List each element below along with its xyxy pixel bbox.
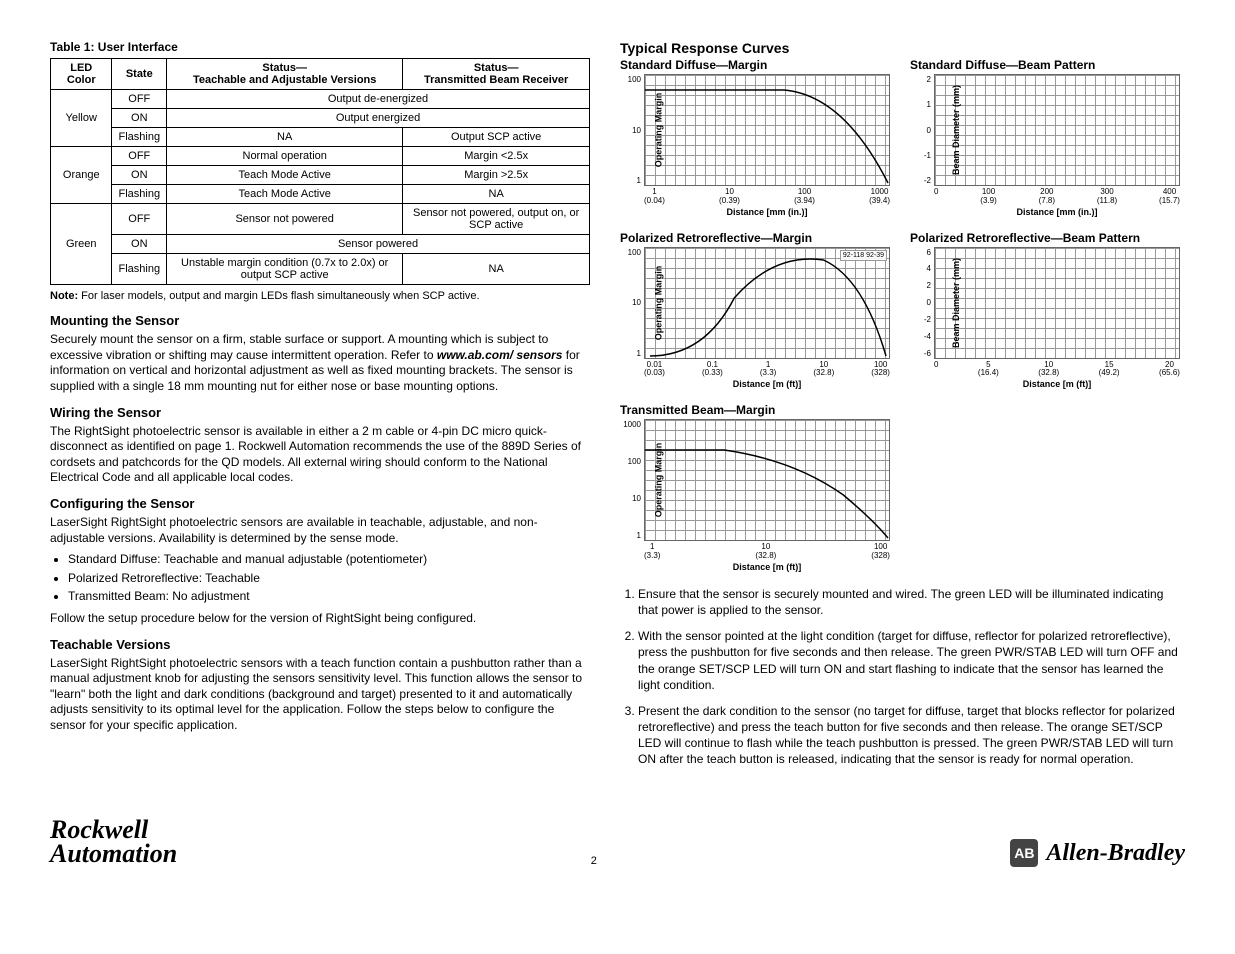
status-cell: NA bbox=[403, 254, 590, 285]
table-row: FlashingNAOutput SCP active bbox=[51, 128, 590, 147]
wiring-para: The RightSight photoelectric sensor is a… bbox=[50, 424, 590, 486]
led-color-cell: Green bbox=[51, 204, 112, 285]
chart-plot: Operating Margin100101 bbox=[644, 74, 890, 186]
status-cell: Margin <2.5x bbox=[403, 147, 590, 166]
chart: Transmitted Beam—Margin Operating Margin1… bbox=[620, 403, 890, 572]
configuring-list: Standard Diffuse: Teachable and manual a… bbox=[68, 552, 590, 605]
x-axis-label: Distance [mm (in.)] bbox=[934, 207, 1180, 217]
list-item: Polarized Retroreflective: Teachable bbox=[68, 571, 590, 587]
list-item: Transmitted Beam: No adjustment bbox=[68, 589, 590, 605]
state-cell: OFF bbox=[112, 90, 167, 109]
state-cell: OFF bbox=[112, 204, 167, 235]
link-ab-sensors[interactable]: www.ab.com/ sensors bbox=[437, 348, 563, 362]
chart-title: Polarized Retroreflective—Beam Pattern bbox=[910, 231, 1180, 245]
chart-legend: 92-118 92-39 bbox=[840, 250, 887, 261]
state-cell: Flashing bbox=[112, 185, 167, 204]
table-note: Note: Note: For laser models, output and… bbox=[50, 289, 590, 303]
page-number: 2 bbox=[591, 855, 597, 867]
configuring-para2: Follow the setup procedure below for the… bbox=[50, 611, 590, 627]
chart: Standard Diffuse—Margin Operating Margin1… bbox=[620, 58, 890, 217]
y-axis-label: Beam Diameter (mm) bbox=[951, 85, 961, 175]
state-cell: ON bbox=[112, 235, 167, 254]
table-row: OrangeOFFNormal operationMargin <2.5x bbox=[51, 147, 590, 166]
chart-plot: Beam Diameter (mm)6420-2-4-6 bbox=[934, 247, 1180, 359]
state-cell: OFF bbox=[112, 147, 167, 166]
right-column: Typical Response Curves Standard Diffuse… bbox=[620, 40, 1180, 778]
table-row: ONTeach Mode ActiveMargin >2.5x bbox=[51, 166, 590, 185]
rockwell-logo: RockwellAutomation bbox=[50, 818, 177, 867]
table-header: LED Color bbox=[51, 59, 112, 90]
status-cell: Margin >2.5x bbox=[403, 166, 590, 185]
ab-icon: AB bbox=[1010, 839, 1038, 867]
status-cell: Normal operation bbox=[167, 147, 403, 166]
status-cell: Sensor not powered, output on, or SCP ac… bbox=[403, 204, 590, 235]
page: Table 1: User Interface LED ColorStateSt… bbox=[50, 40, 1185, 778]
status-cell: Teach Mode Active bbox=[167, 185, 403, 204]
step-item: With the sensor pointed at the light con… bbox=[638, 628, 1180, 693]
state-cell: ON bbox=[112, 166, 167, 185]
table-row: YellowOFFOutput de-energized bbox=[51, 90, 590, 109]
step-item: Ensure that the sensor is securely mount… bbox=[638, 586, 1180, 618]
table-header: Status—Transmitted Beam Receiver bbox=[403, 59, 590, 90]
footer: RockwellAutomation 2 AB Allen-Bradley bbox=[50, 818, 1185, 867]
status-cell: NA bbox=[167, 128, 403, 147]
status-cell: Sensor powered bbox=[167, 235, 590, 254]
chart: Standard Diffuse—Beam Pattern Beam Diamet… bbox=[910, 58, 1180, 217]
state-cell: ON bbox=[112, 109, 167, 128]
status-cell: Unstable margin condition (0.7x to 2.0x)… bbox=[167, 254, 403, 285]
mounting-para: Securely mount the sensor on a firm, sta… bbox=[50, 332, 590, 394]
chart: Polarized Retroreflective—Beam Pattern Be… bbox=[910, 231, 1180, 390]
teachable-heading: Teachable Versions bbox=[50, 637, 590, 652]
status-cell: Sensor not powered bbox=[167, 204, 403, 235]
table-title: Table 1: User Interface bbox=[50, 40, 590, 54]
step-item: Present the dark condition to the sensor… bbox=[638, 703, 1180, 768]
x-axis-label: Distance [m (ft)] bbox=[934, 379, 1180, 389]
status-cell: Output energized bbox=[167, 109, 590, 128]
status-cell: Output SCP active bbox=[403, 128, 590, 147]
status-cell: Output de-energized bbox=[167, 90, 590, 109]
y-axis-label: Beam Diameter (mm) bbox=[951, 258, 961, 348]
x-axis-label: Distance [mm (in.)] bbox=[644, 207, 890, 217]
chart-title: Standard Diffuse—Margin bbox=[620, 58, 890, 72]
table-row: GreenOFFSensor not poweredSensor not pow… bbox=[51, 204, 590, 235]
chart-title: Transmitted Beam—Margin bbox=[620, 403, 890, 417]
teachable-para: LaserSight RightSight photoelectric sens… bbox=[50, 656, 590, 734]
chart-title: Standard Diffuse—Beam Pattern bbox=[910, 58, 1180, 72]
table-header: Status—Teachable and Adjustable Versions bbox=[167, 59, 403, 90]
state-cell: Flashing bbox=[112, 254, 167, 285]
configuring-para: LaserSight RightSight photoelectric sens… bbox=[50, 515, 590, 546]
chart-plot: Beam Diameter (mm)210-1-2 bbox=[934, 74, 1180, 186]
chart: Polarized Retroreflective—Margin Operatin… bbox=[620, 231, 890, 390]
allen-bradley-logo: AB Allen-Bradley bbox=[1010, 839, 1185, 867]
led-color-cell: Yellow bbox=[51, 90, 112, 147]
mounting-heading: Mounting the Sensor bbox=[50, 313, 590, 328]
state-cell: Flashing bbox=[112, 128, 167, 147]
list-item: Standard Diffuse: Teachable and manual a… bbox=[68, 552, 590, 568]
x-axis-label: Distance [m (ft)] bbox=[644, 379, 890, 389]
table-row: FlashingTeach Mode ActiveNA bbox=[51, 185, 590, 204]
table-row: ONOutput energized bbox=[51, 109, 590, 128]
led-color-cell: Orange bbox=[51, 147, 112, 204]
left-column: Table 1: User Interface LED ColorStateSt… bbox=[50, 40, 590, 778]
chart-plot: Operating Margin1000100101 bbox=[644, 419, 890, 541]
chart-title: Polarized Retroreflective—Margin bbox=[620, 231, 890, 245]
status-cell: Teach Mode Active bbox=[167, 166, 403, 185]
table-row: FlashingUnstable margin condition (0.7x … bbox=[51, 254, 590, 285]
configuring-heading: Configuring the Sensor bbox=[50, 496, 590, 511]
status-cell: NA bbox=[403, 185, 590, 204]
wiring-heading: Wiring the Sensor bbox=[50, 405, 590, 420]
curves-title: Typical Response Curves bbox=[620, 40, 1180, 56]
chart-plot: Operating Margin10010192-118 92-39 bbox=[644, 247, 890, 359]
table-header: State bbox=[112, 59, 167, 90]
table-row: ONSensor powered bbox=[51, 235, 590, 254]
x-axis-label: Distance [m (ft)] bbox=[644, 562, 890, 572]
user-interface-table: LED ColorStateStatus—Teachable and Adjus… bbox=[50, 58, 590, 285]
teach-steps: Ensure that the sensor is securely mount… bbox=[638, 586, 1180, 768]
